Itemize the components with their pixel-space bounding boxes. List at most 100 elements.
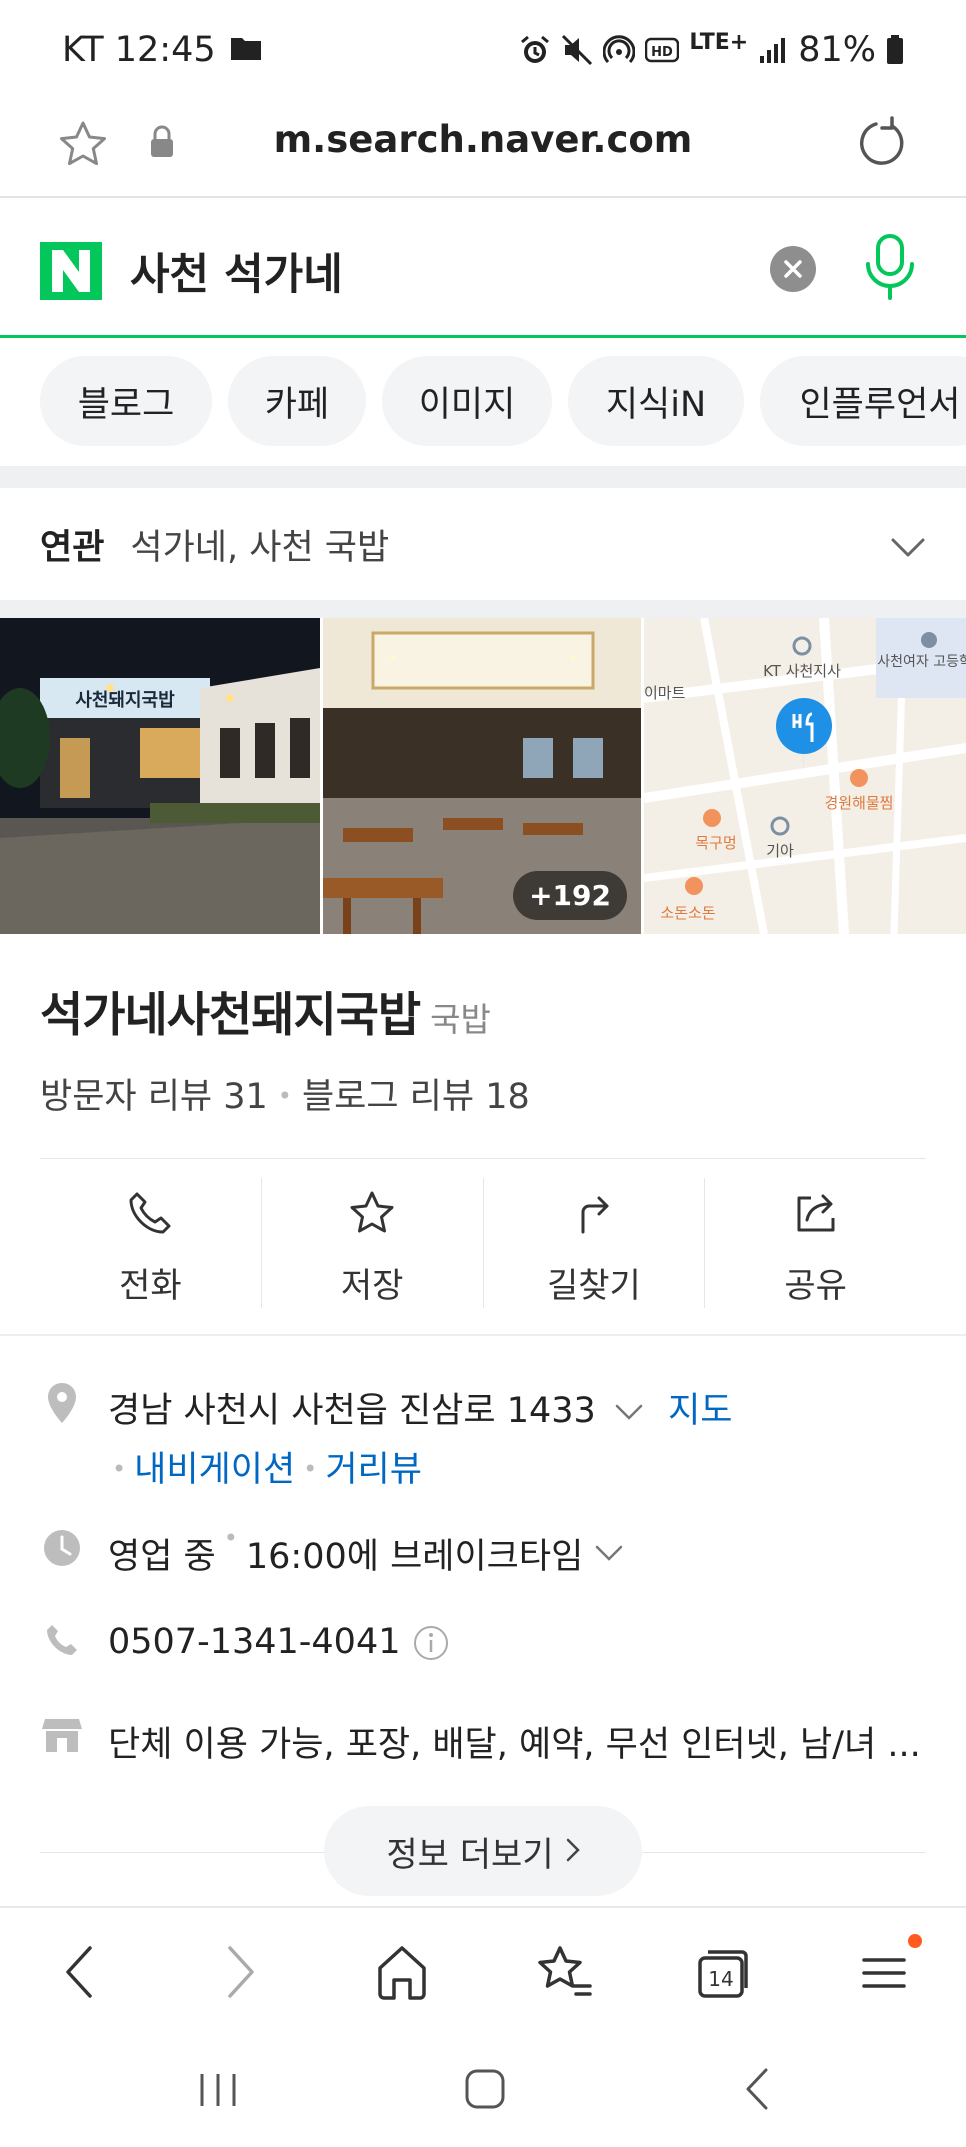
home-button-icon[interactable] [464, 2068, 506, 2114]
microphone-icon[interactable] [862, 232, 918, 308]
system-navigation-bar [0, 2036, 966, 2147]
carrier-time: KT 12:45 [62, 30, 216, 70]
map-label-kia: 기아 [766, 842, 794, 860]
review-counts: 방문자 리뷰 31 • 블로그 리뷰 18 [40, 1068, 530, 1119]
separator-dot: • [112, 1455, 127, 1483]
close-icon [784, 260, 802, 278]
map-label-mart: 이마트 [644, 684, 686, 702]
search-input[interactable]: 사천 석가네 [130, 240, 343, 302]
related-items[interactable]: 석가네, 사천 국밥 [130, 519, 389, 570]
sign-text: 사천돼지국밥 [75, 690, 175, 711]
hotspot-icon [603, 34, 636, 66]
directions-label: 길찾기 [546, 1266, 641, 1306]
battery-icon [886, 35, 904, 65]
url-text[interactable]: m.search.naver.com [0, 118, 966, 161]
battery-percent: 81% [798, 30, 876, 70]
clock-icon [40, 1528, 84, 1568]
more-info-label: 정보 더보기 [386, 1834, 554, 1875]
save-button[interactable]: 저장 [262, 1178, 484, 1308]
place-photos: 사천돼지국밥 +192 KT 사천지사 사천여자 고등학 이마트 경원해물찜 목… [0, 618, 966, 934]
status-bar: KT 12:45 HD LTE+ 81% [0, 0, 966, 100]
call-button[interactable]: 전화 [40, 1178, 262, 1308]
open-status: 영업 중 [108, 1537, 216, 1577]
home-icon[interactable] [374, 1942, 430, 2006]
alarm-icon [519, 34, 551, 66]
search-category-tabs: 블로그 카페 이미지 지식iN 인플루언서 [0, 356, 966, 450]
streetview-link[interactable]: 거리뷰 [325, 1450, 422, 1490]
chevron-down-icon[interactable] [890, 528, 926, 568]
section-divider [0, 466, 966, 488]
share-button[interactable]: 공유 [705, 1178, 926, 1308]
network-label: LTE+ [689, 29, 749, 55]
chevron-down-icon[interactable] [595, 1532, 623, 1572]
search-header: 사천 석가네 [0, 200, 966, 338]
location-pin-icon [40, 1382, 84, 1424]
svg-text:HD: HD [652, 45, 674, 60]
place-category: 국밥 [430, 1000, 491, 1039]
tab-influencer[interactable]: 인플루언서 [760, 356, 966, 446]
mute-icon [561, 34, 593, 66]
address-bar: m.search.naver.com [0, 100, 966, 198]
amenities-text: 단체 이용 가능, 포장, 배달, 예약, 무선 인터넷, 남/녀 ... [108, 1725, 921, 1765]
related-searches[interactable]: 연관 석가네, 사천 국밥 [0, 488, 966, 600]
tab-cafe[interactable]: 카페 [228, 356, 366, 446]
map-label-kt: KT 사천지사 [763, 662, 841, 680]
clear-search-button[interactable] [770, 246, 816, 292]
address-row: 경남 사천시 사천읍 진삼로 1433 지도 • 내비게이션 • 거리뷰 [40, 1382, 732, 1492]
star-icon [349, 1190, 395, 1240]
system-back-icon[interactable] [742, 2066, 772, 2116]
share-label: 공유 [784, 1266, 847, 1306]
directions-button[interactable]: 길찾기 [484, 1178, 706, 1308]
map-label-restaurant1: 경원해물찜 [824, 794, 893, 812]
reload-icon[interactable] [852, 114, 912, 178]
navigation-link[interactable]: 내비게이션 [134, 1450, 295, 1490]
info-icon[interactable] [412, 1624, 450, 1671]
tabs-icon[interactable]: 14 [696, 1942, 752, 2006]
tab-count: 14 [708, 1967, 733, 1991]
bookmarks-icon[interactable] [534, 1942, 594, 2006]
hours-row[interactable]: 영업 중 • 16:00에 브레이크타임 [40, 1524, 623, 1579]
signal-icon [758, 36, 788, 64]
interior-photo[interactable]: +192 [323, 618, 641, 934]
call-label: 전화 [119, 1266, 182, 1306]
tab-kin[interactable]: 지식iN [568, 356, 744, 446]
action-buttons: 전화 저장 길찾기 공유 [40, 1178, 926, 1308]
share-icon [793, 1190, 839, 1240]
recent-apps-icon[interactable] [196, 2070, 240, 2114]
phone-icon [127, 1190, 173, 1240]
photo-count-badge[interactable]: +192 [513, 871, 627, 920]
phone-icon [40, 1622, 84, 1658]
chevron-down-icon[interactable] [615, 1391, 654, 1431]
place-title[interactable]: 석가네사천돼지국밥 국밥 [40, 976, 491, 1045]
forward-icon[interactable] [222, 1942, 262, 2006]
more-info-button[interactable]: 정보 더보기 [324, 1806, 642, 1896]
browser-toolbar: 14 [0, 1906, 966, 2036]
blog-reviews-link[interactable]: 블로그 리뷰 18 [302, 1077, 530, 1117]
back-icon[interactable] [58, 1942, 98, 2006]
separator-dot: • [277, 1082, 292, 1110]
phone-number[interactable]: 0507-1341-4041 [108, 1622, 400, 1662]
tab-blog[interactable]: 블로그 [40, 356, 212, 446]
naver-logo[interactable] [40, 242, 102, 300]
notification-dot [908, 1934, 922, 1948]
map-label-school: 사천여자 고등학교 [877, 654, 966, 670]
map-label-restaurant3: 소돈소돈 [660, 904, 715, 922]
amenities-row: 단체 이용 가능, 포장, 배달, 예약, 무선 인터넷, 남/녀 ... [40, 1716, 921, 1767]
location-map[interactable]: KT 사천지사 사천여자 고등학교 이마트 경원해물찜 목구멍 기아 소돈소돈 [644, 618, 966, 934]
divider [40, 1158, 926, 1159]
place-name[interactable]: 석가네사천돼지국밥 [40, 988, 421, 1043]
phone-row: 0507-1341-4041 [40, 1622, 450, 1671]
save-label: 저장 [340, 1266, 404, 1306]
chevron-right-icon [566, 1831, 580, 1871]
directions-icon [571, 1190, 617, 1240]
address-text[interactable]: 경남 사천시 사천읍 진삼로 1433 [108, 1391, 596, 1431]
section-divider [0, 600, 966, 618]
related-label: 연관 [40, 527, 105, 568]
separator-dot: • [223, 1524, 238, 1552]
exterior-photo[interactable]: 사천돼지국밥 [0, 618, 320, 934]
menu-icon[interactable] [860, 1942, 908, 2006]
tab-image[interactable]: 이미지 [382, 356, 552, 446]
visitor-reviews-link[interactable]: 방문자 리뷰 31 [40, 1077, 268, 1117]
map-link[interactable]: 지도 [668, 1391, 732, 1431]
separator-dot: • [303, 1455, 318, 1483]
